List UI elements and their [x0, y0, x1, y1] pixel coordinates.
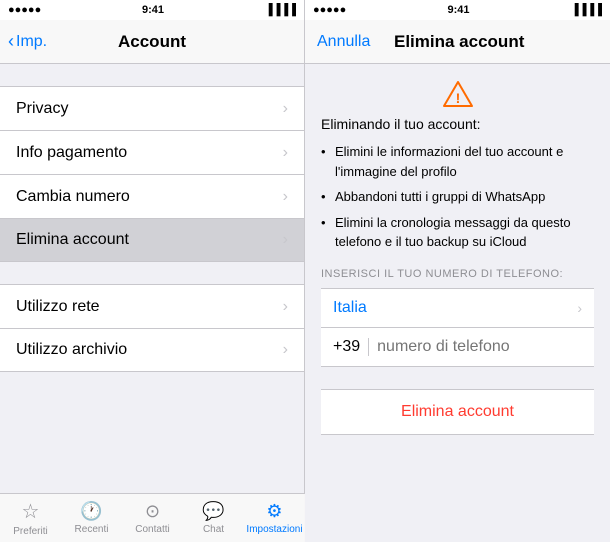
warning-list: • Elimini le informazioni del tuo accoun… — [321, 142, 594, 252]
chevron-right-icon: › — [577, 300, 582, 316]
phone-section: Italia › +39 — [321, 288, 594, 367]
delete-account-label: Elimina account — [401, 403, 514, 421]
menu-item-privacy-label: Privacy — [16, 100, 68, 118]
warning-item-3-text: Elimini la cronologia messaggi da questo… — [335, 213, 594, 252]
tab-impostazioni-label: Impostazioni — [246, 524, 302, 535]
tab-preferiti[interactable]: ☆ Preferiti — [0, 494, 61, 542]
tab-contatti[interactable]: ⊙ Contatti — [122, 494, 183, 542]
settings-icon: ⚙ — [266, 501, 282, 522]
tab-chat-label: Chat — [203, 524, 224, 535]
warning-item-1: • Elimini le informazioni del tuo accoun… — [321, 142, 594, 181]
right-status-bar: ●●●●● 9:41 ▐▐▐▐ — [305, 0, 610, 20]
right-nav-bar: Annulla Elimina account — [305, 20, 610, 64]
delete-account-button[interactable]: Elimina account — [321, 390, 594, 434]
left-nav-bar: ‹ Imp. Account — [0, 20, 304, 64]
cancel-button[interactable]: Annulla — [317, 33, 370, 51]
chevron-icon: › — [283, 341, 288, 359]
left-panel: ●●●●● 9:41 ▐▐▐▐ ‹ Imp. Account Privacy ›… — [0, 0, 305, 542]
tab-bar: ☆ Preferiti 🕐 Recenti ⊙ Contatti 💬 Chat … — [0, 493, 305, 542]
right-content: ! Eliminando il tuo account: • Elimini l… — [305, 64, 610, 542]
back-button[interactable]: ‹ Imp. — [8, 31, 47, 52]
warning-item-1-text: Elimini le informazioni del tuo account … — [335, 142, 594, 181]
phone-row: +39 — [321, 328, 594, 366]
menu-item-privacy[interactable]: Privacy › — [0, 86, 304, 130]
warning-item-2-text: Abbandoni tutti i gruppi di WhatsApp — [335, 187, 545, 207]
right-panel: ●●●●● 9:41 ▐▐▐▐ Annulla Elimina account … — [305, 0, 610, 542]
left-signal: ●●●●● — [8, 4, 41, 16]
chevron-icon: › — [283, 298, 288, 316]
tab-contatti-label: Contatti — [135, 524, 169, 535]
menu-item-info-pagamento-label: Info pagamento — [16, 144, 127, 162]
warning-item-3: • Elimini la cronologia messaggi da ques… — [321, 213, 594, 252]
menu-gap — [0, 262, 304, 284]
chevron-icon: › — [283, 100, 288, 118]
warning-title: Eliminando il tuo account: — [321, 116, 594, 132]
tab-recenti-label: Recenti — [75, 524, 109, 535]
tab-recenti[interactable]: 🕐 Recenti — [61, 494, 122, 542]
svg-text:!: ! — [455, 90, 460, 106]
chat-icon: 💬 — [202, 501, 224, 522]
chevron-icon: › — [283, 144, 288, 162]
menu-section-2: Utilizzo rete › Utilizzo archivio › — [0, 284, 304, 372]
bullet-icon: • — [321, 187, 331, 207]
back-chevron-icon: ‹ — [8, 31, 14, 52]
menu-item-cambia-numero-label: Cambia numero — [16, 188, 130, 206]
menu-section-1: Privacy › Info pagamento › Cambia numero… — [0, 86, 304, 262]
bullet-icon: • — [321, 142, 331, 162]
tab-impostazioni[interactable]: ⚙ Impostazioni — [244, 494, 305, 542]
clock-icon: 🕐 — [80, 501, 102, 522]
person-icon: ⊙ — [145, 501, 160, 522]
phone-input[interactable] — [377, 338, 584, 356]
menu-item-utilizzo-rete-label: Utilizzo rete — [16, 298, 100, 316]
menu-item-info-pagamento[interactable]: Info pagamento › — [0, 130, 304, 174]
left-time: 9:41 — [142, 4, 164, 16]
star-icon: ☆ — [22, 499, 40, 524]
chevron-icon: › — [283, 231, 288, 249]
right-battery: ▐▐▐▐ — [571, 4, 602, 16]
country-selector[interactable]: Italia › — [321, 289, 594, 328]
right-signal: ●●●●● — [313, 4, 346, 16]
tab-chat[interactable]: 💬 Chat — [183, 494, 244, 542]
menu-item-utilizzo-archivio-label: Utilizzo archivio — [16, 341, 127, 359]
warning-triangle-icon: ! — [442, 80, 474, 108]
menu-item-cambia-numero[interactable]: Cambia numero › — [0, 174, 304, 218]
menu-item-elimina-account[interactable]: Elimina account › — [0, 218, 304, 262]
delete-section: Elimina account — [321, 389, 594, 435]
menu-item-utilizzo-archivio[interactable]: Utilizzo archivio › — [0, 328, 304, 372]
menu-item-elimina-account-label: Elimina account — [16, 231, 129, 249]
right-time: 9:41 — [448, 4, 470, 16]
chevron-icon: › — [283, 188, 288, 206]
country-label: Italia — [333, 299, 367, 317]
back-label: Imp. — [16, 33, 47, 51]
left-status-bar: ●●●●● 9:41 ▐▐▐▐ — [0, 0, 304, 20]
menu-item-utilizzo-rete[interactable]: Utilizzo rete › — [0, 284, 304, 328]
bullet-icon: • — [321, 213, 331, 233]
left-battery: ▐▐▐▐ — [265, 4, 296, 16]
phone-section-label: INSERISCI IL TUO NUMERO DI TELEFONO: — [321, 268, 594, 280]
warning-item-2: • Abbandoni tutti i gruppi di WhatsApp — [321, 187, 594, 207]
right-nav-title: Elimina account — [370, 32, 548, 52]
phone-code: +39 — [333, 338, 369, 356]
left-nav-title: Account — [118, 32, 186, 52]
tab-preferiti-label: Preferiti — [13, 526, 47, 537]
